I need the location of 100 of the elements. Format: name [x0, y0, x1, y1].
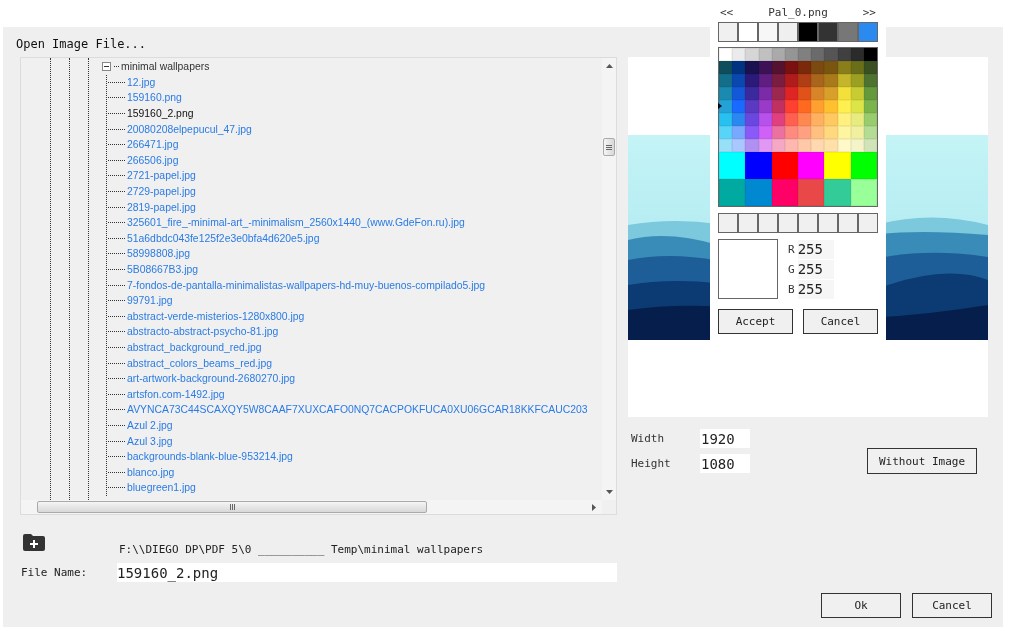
recent-color-swatch[interactable]	[838, 22, 858, 42]
file-item[interactable]: 7-fondos-de-pantalla-minimalistas-wallpapers-hd-muy-buenos-compilado5.jpg	[127, 279, 486, 291]
color-swatch[interactable]	[719, 100, 733, 113]
color-swatch[interactable]	[732, 139, 746, 152]
file-item[interactable]: abstracto-abstract-psycho-81.jpg	[127, 326, 279, 338]
file-item[interactable]: art-artwork-background-2680270.jpg	[127, 373, 296, 385]
previous-palette-button[interactable]: <<	[720, 6, 734, 22]
recent-color-swatch[interactable]	[798, 22, 818, 42]
file-item[interactable]: 12.jpg	[127, 76, 156, 88]
color-swatch[interactable]	[798, 152, 825, 179]
color-swatch[interactable]	[745, 179, 772, 206]
channel-value-field[interactable]: 255	[797, 259, 834, 279]
color-swatch[interactable]	[811, 74, 825, 87]
height-field[interactable]: 1080	[700, 454, 750, 473]
custom-color-swatch[interactable]	[818, 213, 838, 233]
scroll-thumb[interactable]	[37, 501, 427, 513]
vertical-scrollbar[interactable]	[602, 58, 616, 500]
color-swatch[interactable]	[719, 139, 733, 152]
custom-color-swatch[interactable]	[718, 213, 738, 233]
color-swatch[interactable]	[732, 126, 746, 139]
scroll-thumb[interactable]	[603, 138, 615, 156]
color-swatch[interactable]	[824, 179, 851, 206]
file-item[interactable]: abstract_colors_beams_red.jpg	[127, 357, 272, 369]
scroll-up-icon[interactable]	[605, 64, 613, 68]
color-swatch[interactable]	[745, 48, 759, 61]
color-swatch[interactable]	[771, 152, 798, 179]
cancel-button[interactable]: Cancel	[803, 309, 878, 334]
color-swatch[interactable]	[719, 61, 733, 74]
file-item[interactable]: 51a6dbdc043fe125f2e3e0bfa4d620e5.jpg	[127, 232, 320, 244]
color-swatch[interactable]	[719, 48, 733, 61]
color-swatch[interactable]	[732, 74, 746, 87]
color-swatch[interactable]	[811, 139, 825, 152]
width-field[interactable]: 1920	[700, 429, 750, 448]
file-item[interactable]: 159160.png	[127, 92, 182, 104]
accept-button[interactable]: Accept	[718, 309, 793, 334]
folder-item[interactable]: minimal wallpapers	[121, 61, 210, 73]
new-folder-icon[interactable]	[23, 534, 45, 551]
horizontal-scrollbar[interactable]	[21, 500, 602, 514]
file-item[interactable]: Azul 2.jpg	[127, 419, 173, 431]
recent-color-swatch[interactable]	[758, 22, 778, 42]
custom-color-swatch[interactable]	[758, 213, 778, 233]
color-swatch[interactable]	[719, 74, 733, 87]
file-item[interactable]: abstract_background_red.jpg	[127, 342, 262, 353]
color-swatch[interactable]	[824, 48, 838, 61]
color-swatch[interactable]	[824, 87, 838, 100]
color-swatch[interactable]	[745, 87, 759, 100]
collapse-icon[interactable]	[102, 62, 111, 72]
file-item[interactable]: 5B08667B3.jpg	[127, 264, 199, 275]
file-item[interactable]: 159160_2.png	[127, 108, 194, 120]
color-swatch[interactable]	[745, 139, 759, 152]
color-swatch[interactable]	[719, 113, 733, 126]
file-item[interactable]: blanco.jpg	[127, 466, 175, 478]
color-swatch[interactable]	[798, 179, 825, 206]
file-item[interactable]: 99791.jpg	[127, 295, 173, 307]
recent-color-swatch[interactable]	[718, 22, 738, 42]
channel-value-field[interactable]: 255	[797, 239, 834, 259]
file-item[interactable]: Azul 3.jpg	[127, 435, 173, 447]
color-swatch[interactable]	[745, 74, 759, 87]
ok-button[interactable]: Ok	[821, 593, 901, 618]
without-image-button[interactable]: Without Image	[867, 448, 977, 474]
file-item[interactable]: 266506.jpg	[127, 154, 179, 166]
recent-color-swatch[interactable]	[818, 22, 838, 42]
color-swatch[interactable]	[798, 113, 812, 126]
recent-color-swatch[interactable]	[858, 22, 878, 42]
file-item[interactable]: AVYNCA73C44SCAXQY5W8CAAF7XUXCAFO0NQ7CACPOKFUCA0XU06GCAR18KKFCAUC203	[127, 404, 588, 416]
channel-value-field[interactable]: 255	[797, 279, 834, 299]
color-swatch[interactable]	[798, 87, 812, 100]
file-item[interactable]: 2819-papel.jpg	[127, 201, 196, 213]
custom-color-swatch[interactable]	[778, 213, 798, 233]
color-swatch[interactable]	[745, 100, 759, 113]
color-swatch[interactable]	[850, 152, 877, 179]
color-swatch[interactable]	[824, 126, 838, 139]
custom-color-swatch[interactable]	[738, 213, 758, 233]
color-swatch[interactable]	[719, 179, 746, 206]
color-swatch[interactable]	[732, 100, 746, 113]
color-swatch[interactable]	[732, 61, 746, 74]
recent-color-swatch[interactable]	[738, 22, 758, 42]
color-swatch[interactable]	[745, 126, 759, 139]
color-swatch[interactable]	[745, 113, 759, 126]
color-swatch[interactable]	[719, 152, 746, 179]
color-swatch[interactable]	[824, 113, 838, 126]
next-palette-button[interactable]: >>	[862, 6, 876, 22]
color-swatch[interactable]	[745, 152, 772, 179]
color-swatch[interactable]	[824, 152, 851, 179]
color-swatch[interactable]	[745, 61, 759, 74]
color-swatch[interactable]	[824, 139, 838, 152]
scroll-right-icon[interactable]	[592, 503, 596, 511]
color-swatch[interactable]	[811, 100, 825, 113]
custom-color-swatch[interactable]	[838, 213, 858, 233]
file-item[interactable]: abstract-verde-misterios-1280x800.jpg	[127, 310, 305, 322]
file-item[interactable]: bluegreen1.jpg	[127, 482, 196, 494]
color-swatch[interactable]	[732, 87, 746, 100]
color-swatch[interactable]	[811, 61, 825, 74]
file-item[interactable]: backgrounds-blank-blue-953214.jpg	[127, 451, 293, 463]
color-swatch[interactable]	[811, 87, 825, 100]
color-swatch[interactable]	[798, 61, 812, 74]
custom-color-swatch[interactable]	[798, 213, 818, 233]
file-item[interactable]: 2721-papel.jpg	[127, 170, 196, 182]
file-item[interactable]: 266471.jpg	[127, 139, 179, 151]
file-item[interactable]: artsfon.com-1492.jpg	[127, 388, 225, 400]
